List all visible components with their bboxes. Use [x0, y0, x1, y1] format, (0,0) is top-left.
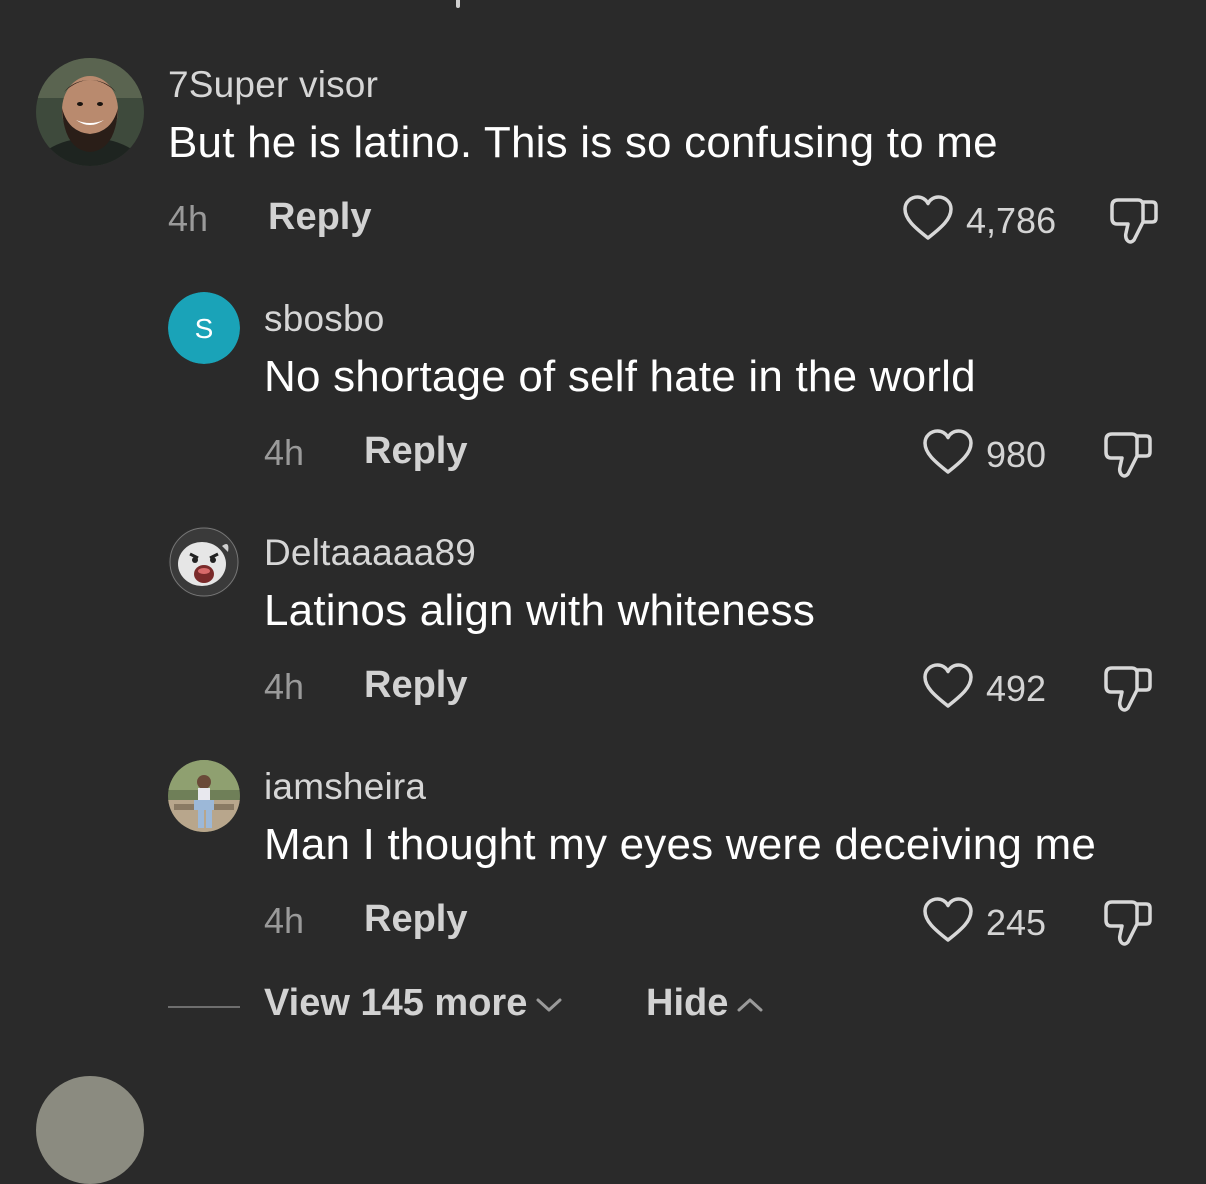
heart-icon — [922, 896, 974, 949]
like-count: 980 — [986, 433, 1047, 475]
thumbs-down-icon — [1102, 900, 1154, 952]
dislike-button[interactable] — [1108, 196, 1160, 251]
heart-icon — [922, 662, 974, 715]
avatar-letter: S — [195, 313, 214, 344]
comment-item: 7Super visor But he is latino. This is s… — [0, 0, 1206, 260]
comment-timestamp: 4h — [264, 432, 305, 473]
comment-text: No shortage of self hate in the world — [264, 352, 976, 401]
avatar[interactable]: S — [168, 292, 240, 364]
comment-username[interactable]: iamsheira — [264, 766, 426, 808]
chevron-down-icon — [535, 982, 563, 1025]
like-button[interactable]: 492 — [922, 662, 1046, 715]
like-count: 492 — [986, 667, 1047, 709]
comment-text: Latinos align with whiteness — [264, 586, 816, 635]
thumbs-down-icon — [1102, 432, 1154, 484]
comment-username[interactable]: sbosbo — [264, 298, 385, 340]
comment-username[interactable]: 7Super visor — [168, 64, 378, 106]
view-more-label: View 145 more — [264, 982, 528, 1024]
avatar[interactable] — [168, 760, 240, 832]
reply-button[interactable]: Reply — [268, 196, 371, 239]
like-button[interactable]: 980 — [922, 428, 1046, 481]
dislike-button[interactable] — [1102, 898, 1154, 953]
comment-text: But he is latino. This is so confusing t… — [168, 118, 998, 167]
hide-replies-button[interactable]: Hide — [646, 982, 764, 1025]
avatar[interactable] — [36, 58, 144, 166]
reply-button[interactable]: Reply — [364, 898, 467, 941]
hide-label: Hide — [646, 982, 729, 1024]
comment-text: Man I thought my eyes were deceiving me — [264, 820, 1096, 869]
view-more-replies-button[interactable]: View 145 more — [264, 982, 563, 1025]
reply-item: iamsheira Man I thought my eyes were dec… — [0, 0, 1206, 946]
divider — [168, 1006, 240, 1008]
avatar[interactable] — [168, 526, 240, 598]
like-button[interactable]: 245 — [922, 896, 1046, 949]
heart-icon — [902, 194, 954, 247]
heart-icon — [922, 428, 974, 481]
thumbs-down-icon — [1102, 666, 1154, 718]
thumbs-down-icon — [1108, 198, 1160, 250]
dislike-button[interactable] — [1102, 430, 1154, 485]
reply-button[interactable]: Reply — [364, 664, 467, 707]
like-count: 4,786 — [966, 199, 1057, 241]
avatar[interactable] — [36, 1076, 144, 1184]
comment-username[interactable]: Deltaaaaa89 — [264, 532, 476, 574]
like-button[interactable]: 4,786 — [902, 194, 1056, 247]
chevron-up-icon — [736, 982, 764, 1025]
comment-timestamp: 4h — [264, 666, 305, 707]
dislike-button[interactable] — [1102, 664, 1154, 719]
replies-controls: View 145 more Hide — [168, 982, 868, 1032]
reply-button[interactable]: Reply — [364, 430, 467, 473]
comment-timestamp: 4h — [264, 900, 305, 941]
like-count: 245 — [986, 901, 1047, 943]
comment-timestamp: 4h — [168, 198, 209, 239]
